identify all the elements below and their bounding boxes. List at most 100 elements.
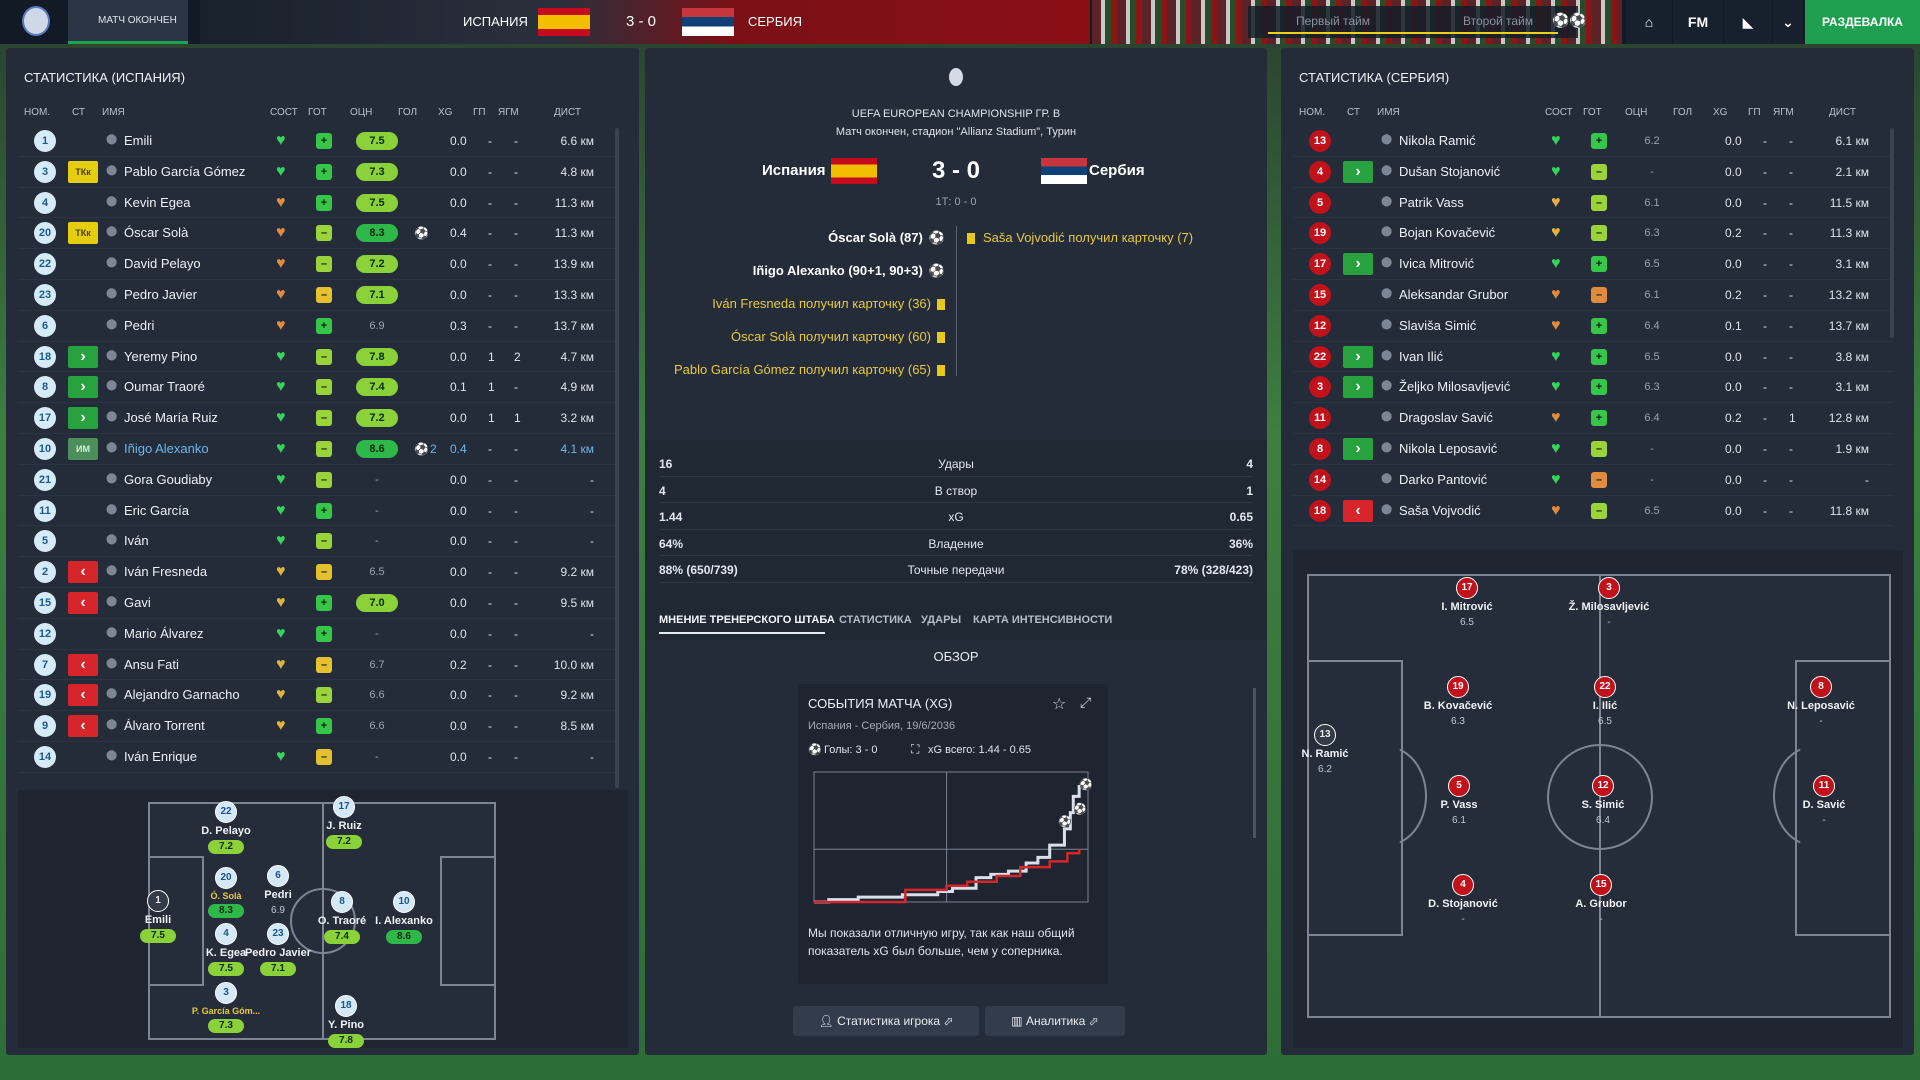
player-name[interactable]: Pedri [124,318,154,333]
col-rating[interactable]: ОЦН [350,107,372,118]
player-marker[interactable]: 19 B. Kovačević 6.3 [1412,676,1504,729]
scrollbar[interactable] [1890,128,1894,338]
table-row[interactable]: 17 › ⬤ José María Ruiz ♥ – 7.2 0.0 1 1 3.2 км [18,403,618,434]
table-row[interactable]: 10 ИМ ⬤ Iñigo Alexanko ♥ – 8.6 ⚽ 2 0.4 - - 4.1 км [18,434,618,465]
fm-button[interactable]: FM [1673,0,1723,44]
table-row[interactable]: 15 ⬤ Aleksandar Grubor ♥ – 6.1 0.2 - - 13.2 км [1293,280,1893,311]
player-name[interactable]: Bojan Kovačević [1399,225,1495,240]
table-row[interactable]: 8 › ⬤ Nikola Leposavić ♥ – - 0.0 - - 1.9 км [1293,434,1893,465]
table-row[interactable]: 12 ⬤ Slaviša Simić ♥ +6.4 0.1 - - 13.7 км [1293,311,1893,342]
col-goals[interactable]: ГОЛ [398,107,417,118]
col-fit[interactable]: ГОТ [308,107,327,118]
col-num[interactable]: НОМ. [24,107,50,118]
player-marker[interactable]: 17 I. Mitrović 6.5 [1421,577,1513,630]
col-st[interactable]: СТ [72,107,85,118]
tab-3[interactable]: КАРТА ИНТЕНСИВНОСТИ [973,614,1112,626]
tab-0[interactable]: МНЕНИЕ ТРЕНЕРСКОГО ШТАБА [659,614,835,626]
player-name[interactable]: Patrik Vass [1399,195,1464,210]
table-row[interactable]: 18 › ⬤ Yeremy Pino ♥ – 7.8 0.0 1 2 4.7 км [18,342,618,373]
table-row[interactable]: 11 ⬤ Dragoslav Savić ♥ +6.4 0.2 - 1 12.8 км [1293,403,1893,434]
col-xg[interactable]: XG [438,107,452,118]
player-name[interactable]: Ivan Ilić [1399,349,1443,364]
col-name[interactable]: ИМЯ [102,107,125,118]
shoe-button[interactable]: ◣ [1724,0,1772,44]
col-num[interactable]: НОМ. [1299,107,1325,118]
player-name[interactable]: Željko Milosavljević [1399,379,1510,394]
player-marker[interactable]: 5 P. Vass 6.1 [1413,775,1505,828]
player-marker[interactable]: 22 D. Pelayo 7.2 [180,801,272,854]
table-row[interactable]: 13 ⬤ Nikola Ramić ♥ +6.2 0.0 - - 6.1 км [1293,126,1893,157]
player-name[interactable]: Pablo García Gómez [124,164,245,179]
player-name[interactable]: Slaviša Simić [1399,318,1476,333]
col-goals[interactable]: ГОЛ [1673,107,1692,118]
col-st[interactable]: СТ [1347,107,1360,118]
player-marker[interactable]: 17 J. Ruiz 7.2 [298,796,390,849]
player-marker[interactable]: 13 N. Ramić 6.2 [1279,724,1371,777]
player-marker[interactable]: 3 Ž. Milosavljević - [1563,577,1655,630]
scrollbar[interactable] [615,128,619,788]
col-gp[interactable]: ГП [1748,107,1761,118]
tab-2[interactable]: УДАРЫ [921,614,961,626]
table-row[interactable]: 4 ⬤ Kevin Egea ♥ +7.5 0.0 - - 11.3 км [18,188,618,219]
table-row[interactable]: 1 ⬤ Emili ♥ +7.5 0.0 - - 6.6 км [18,126,618,157]
col-name[interactable]: ИМЯ [1377,107,1400,118]
player-marker[interactable]: 8 N. Leposavić - [1775,676,1867,729]
col-cond[interactable]: СОСТ [1545,107,1573,118]
player-name[interactable]: Dragoslav Savić [1399,410,1493,425]
player-name[interactable]: Pedro Javier [124,287,197,302]
player-name[interactable]: José María Ruiz [124,410,218,425]
player-name[interactable]: Iván Fresneda [124,564,207,579]
star-icon[interactable]: ☆ [1052,694,1066,714]
player-name[interactable]: Ivica Mitrović [1399,256,1474,271]
dropdown-button[interactable]: ⌄ [1773,0,1803,44]
table-row[interactable]: 9 ‹ ⬤ Álvaro Torrent ♥ +6.6 0.0 - - 8.5 км [18,711,618,742]
analytics-button[interactable]: ▥ Аналитика ⬀ [985,1006,1125,1036]
col-rating[interactable]: ОЦН [1625,107,1647,118]
player-marker[interactable]: 3 P. García Góm... 7.3 [180,982,272,1033]
col-cond[interactable]: СОСТ [270,107,298,118]
col-gp[interactable]: ГП [473,107,486,118]
table-row[interactable]: 5 ⬤ Patrik Vass ♥ – 6.1 0.0 - - 11.5 км [1293,188,1893,219]
player-marker[interactable]: 11 D. Savić - [1778,775,1870,828]
table-row[interactable]: 15 ‹ ⬤ Gavi ♥ +7.0 0.0 - - 9.5 км [18,588,618,619]
player-name[interactable]: Nikola Leposavić [1399,441,1497,456]
table-row[interactable]: 14 ⬤ Iván Enrique ♥ – - 0.0 - - - [18,742,618,773]
table-row[interactable]: 19 ‹ ⬤ Alejandro Garnacho ♥ – 6.6 0.0 - - 9.2 км [18,680,618,712]
table-row[interactable]: 2 ‹ ⬤ Iván Fresneda ♥ – 6.5 0.0 - - 9.2 км [18,557,618,588]
player-name[interactable]: Oumar Traoré [124,379,205,394]
player-name[interactable]: Ansu Fati [124,657,179,672]
player-name[interactable]: Óscar Solà [124,225,188,240]
col-dist[interactable]: ДИСТ [1829,107,1856,118]
col-ygm[interactable]: ЯГМ [498,107,519,118]
player-marker[interactable]: 15 A. Grubor - [1555,874,1647,927]
col-dist[interactable]: ДИСТ [554,107,581,118]
table-row[interactable]: 8 › ⬤ Oumar Traoré ♥ – 7.4 0.1 1 - 4.9 км [18,372,618,404]
status-tab[interactable]: МАТЧ ОКОНЧЕН [68,0,188,44]
continue-button[interactable]: РАЗДЕВАЛКА [1805,0,1920,44]
table-row[interactable]: 14 ⬤ Darko Pantović ♥ – - 0.0 - - - [1293,465,1893,496]
player-name[interactable]: Álvaro Torrent [124,718,205,733]
player-name[interactable]: Emili [124,133,152,148]
col-ygm[interactable]: ЯГМ [1773,107,1794,118]
player-name[interactable]: Nikola Ramić [1399,133,1476,148]
player-name[interactable]: Saša Vojvodić [1399,503,1481,518]
player-name[interactable]: Gora Goudiaby [124,472,212,487]
player-marker[interactable]: 12 S. Simić 6.4 [1557,775,1649,828]
home-button[interactable]: ⌂ [1626,0,1672,44]
table-row[interactable]: 23 ⬤ Pedro Javier ♥ – 7.1 0.0 - - 13.3 км [18,280,618,311]
player-marker[interactable]: 4 D. Stojanović - [1417,874,1509,927]
timeline[interactable]: Первый тайм Второй тайм [1248,6,1578,38]
table-row[interactable]: 6 ⬤ Pedri ♥ +6.9 0.3 - - 13.7 км [18,311,618,342]
table-row[interactable]: 11 ⬤ Eric García ♥ + - 0.0 - - - [18,496,618,527]
table-row[interactable]: 12 ⬤ Mario Álvarez ♥ + - 0.0 - - - [18,619,618,650]
player-name[interactable]: Gavi [124,595,151,610]
table-row[interactable]: 3 › ⬤ Željko Milosavljević ♥ +6.3 0.0 - - 3.1 км [1293,372,1893,404]
expand-icon[interactable]: ⤢ [1080,694,1091,711]
player-marker[interactable]: 22 I. Ilić 6.5 [1559,676,1651,729]
table-row[interactable]: 22 › ⬤ Ivan Ilić ♥ +6.5 0.0 - - 3.8 км [1293,342,1893,373]
table-row[interactable]: 5 ⬤ Iván ♥ – - 0.0 - - - [18,526,618,558]
player-name[interactable]: Aleksandar Grubor [1399,287,1508,302]
player-name[interactable]: Kevin Egea [124,195,191,210]
col-xg[interactable]: XG [1713,107,1727,118]
player-name[interactable]: Eric García [124,503,189,518]
